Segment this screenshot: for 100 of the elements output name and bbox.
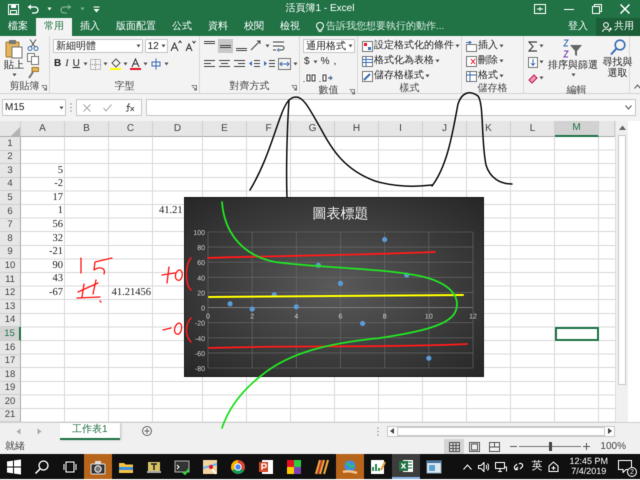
- align-center-icon[interactable]: [218, 58, 231, 70]
- ribbon-tab[interactable]: 公式: [164, 18, 200, 36]
- font-name-field[interactable]: 新細明體: [53, 39, 143, 53]
- dropdown-caret-icon[interactable]: [59, 106, 64, 110]
- decrease-decimal-icon[interactable]: [319, 73, 333, 83]
- currency-button[interactable]: $: [303, 55, 311, 69]
- underline-button[interactable]: U: [72, 57, 81, 71]
- scroll-left-icon[interactable]: [390, 428, 394, 434]
- customize-toolbar-icon[interactable]: [93, 6, 100, 12]
- column-header[interactable]: A: [21, 121, 65, 137]
- dropdown-caret-icon[interactable]: [82, 62, 88, 66]
- percent-button[interactable]: %: [320, 55, 330, 69]
- dropdown-caret-icon[interactable]: [455, 44, 460, 48]
- ribbon-tab[interactable]: 版面配置: [108, 18, 164, 36]
- row-header[interactable]: 7: [0, 218, 21, 232]
- dialog-launcher-icon[interactable]: [349, 89, 355, 95]
- dropdown-caret-icon[interactable]: [348, 44, 353, 48]
- ribbon-display-options-icon[interactable]: [534, 4, 546, 14]
- row-header[interactable]: 1: [0, 137, 21, 151]
- font-size-field[interactable]: 12: [144, 39, 168, 53]
- row-header[interactable]: 12: [0, 286, 21, 300]
- align-left-icon[interactable]: [203, 58, 216, 70]
- close-icon[interactable]: [620, 4, 630, 14]
- sign-in-link[interactable]: 登入: [560, 18, 596, 36]
- row-header[interactable]: 16: [0, 340, 21, 354]
- column-header[interactable]: K: [467, 121, 511, 137]
- ribbon-tab[interactable]: 常用: [36, 18, 72, 36]
- paste-button[interactable]: 貼上: [3, 39, 25, 81]
- collapse-ribbon-icon[interactable]: [634, 84, 640, 89]
- dropdown-caret-icon[interactable]: [539, 44, 544, 48]
- slider-thumb[interactable]: [549, 442, 552, 452]
- speaker-icon[interactable]: [478, 462, 490, 472]
- bold-button[interactable]: B: [53, 57, 62, 71]
- ribbon-tab[interactable]: 檢視: [272, 18, 308, 36]
- cells-menu-item[interactable]: 插入: [465, 39, 520, 53]
- row-header[interactable]: 10: [0, 259, 21, 273]
- orientation-icon[interactable]: [250, 40, 263, 52]
- ribbon-tab[interactable]: 資料: [200, 18, 236, 36]
- column-header[interactable]: H: [335, 121, 379, 137]
- row-header[interactable]: 11: [0, 272, 21, 287]
- increase-decimal-icon[interactable]: [303, 73, 317, 83]
- row-header[interactable]: 20: [0, 395, 21, 409]
- show-hidden-icons-icon[interactable]: [463, 464, 472, 470]
- row-header[interactable]: 17: [0, 354, 21, 368]
- expand-icon[interactable]: [625, 105, 632, 110]
- dropdown-caret-icon[interactable]: [12, 73, 16, 77]
- column-header[interactable]: M: [555, 121, 599, 137]
- row-header[interactable]: 3: [0, 164, 21, 178]
- dropdown-caret-icon[interactable]: [499, 44, 504, 48]
- notification-icon[interactable]: [618, 460, 632, 474]
- scroll-right-icon[interactable]: [608, 428, 612, 434]
- cut-icon[interactable]: [27, 39, 39, 51]
- cells-menu-item[interactable]: 刪除: [465, 54, 520, 68]
- link-icon[interactable]: [513, 461, 526, 472]
- cells-menu-item[interactable]: 格式: [465, 69, 520, 83]
- ribbon-tab[interactable]: 檔案: [0, 18, 36, 36]
- merge-center-icon[interactable]: [278, 58, 291, 70]
- column-header[interactable]: G: [291, 121, 335, 137]
- scrollbar-thumb[interactable]: [397, 426, 605, 436]
- sheet-tab[interactable]: 工作表1: [60, 422, 120, 440]
- row-header[interactable]: 9: [0, 246, 21, 260]
- dropdown-caret-icon[interactable]: [539, 60, 544, 64]
- horizontal-scrollbar[interactable]: [387, 426, 615, 437]
- increase-indent-icon[interactable]: [263, 58, 276, 70]
- wrap-text-icon[interactable]: [272, 40, 285, 52]
- clock-time[interactable]: 12:45 PM: [569, 457, 608, 467]
- ribbon-tab[interactable]: 校閱: [236, 18, 272, 36]
- zoom-level[interactable]: 100%: [600, 440, 626, 453]
- styles-menu-item[interactable]: 設定格式化的條件: [361, 39, 458, 53]
- number-format-field[interactable]: 通用格式: [303, 39, 355, 53]
- align-right-icon[interactable]: [233, 58, 246, 70]
- row-header[interactable]: 5: [0, 191, 21, 205]
- dropdown-caret-icon[interactable]: [161, 44, 166, 48]
- view-button[interactable]: [444, 439, 464, 454]
- ribbon-tab[interactable]: 插入: [72, 18, 108, 36]
- dropdown-caret-icon[interactable]: [539, 76, 544, 80]
- restore-icon[interactable]: [592, 4, 602, 14]
- row-header[interactable]: 4: [0, 178, 21, 192]
- shrink-font-icon[interactable]: [184, 40, 196, 52]
- dropdown-caret-icon[interactable]: [435, 59, 440, 63]
- fill-color-icon[interactable]: [110, 58, 121, 70]
- font-color-icon[interactable]: [130, 58, 141, 70]
- comma-button[interactable]: ,: [332, 55, 338, 69]
- decrease-indent-icon[interactable]: [248, 58, 261, 70]
- column-header[interactable]: D: [153, 121, 203, 137]
- copy-icon[interactable]: [27, 53, 39, 65]
- column-header[interactable]: E: [203, 121, 247, 137]
- format-painter-icon[interactable]: [27, 67, 39, 79]
- styles-menu-item[interactable]: 儲存格樣式: [361, 69, 458, 83]
- column-header[interactable]: I: [379, 121, 423, 137]
- add-sheet-icon[interactable]: [142, 426, 152, 436]
- row-header[interactable]: 15: [0, 327, 21, 341]
- row-header[interactable]: 21: [0, 408, 21, 422]
- row-header[interactable]: 18: [0, 368, 21, 382]
- save-icon[interactable]: [8, 4, 19, 14]
- sort-filter-button[interactable]: 排序與篩選: [547, 39, 599, 81]
- italic-button[interactable]: I: [64, 57, 70, 71]
- name-box[interactable]: M15: [2, 99, 66, 116]
- column-header[interactable]: B: [65, 121, 109, 137]
- share-button[interactable]: 共用: [596, 18, 640, 36]
